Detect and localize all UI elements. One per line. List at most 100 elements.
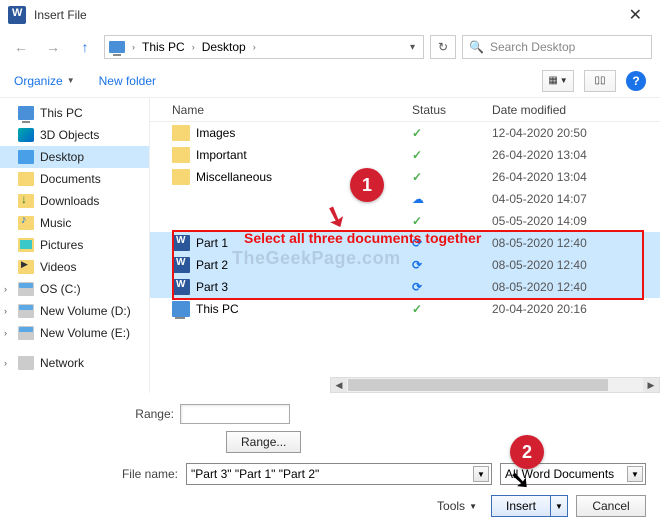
range-button[interactable]: Range...: [226, 431, 301, 453]
annotation-arrow-2: ➘: [510, 466, 530, 495]
organize-menu[interactable]: Organize ▼: [14, 74, 75, 88]
sidebar-item-osc[interactable]: ›OS (C:): [0, 278, 149, 300]
3d-icon: [18, 128, 34, 142]
breadcrumb-desktop[interactable]: Desktop: [200, 38, 248, 56]
sidebar: This PC 3D Objects Desktop Documents Dow…: [0, 98, 150, 393]
scroll-left-icon[interactable]: ◀: [331, 378, 347, 392]
nav-up-icon[interactable]: ↑: [72, 34, 98, 60]
view-mode-button[interactable]: ▦ ▼: [542, 70, 574, 92]
videos-icon: [18, 260, 34, 274]
status-synced-icon: ✓: [412, 302, 492, 316]
titlebar: Insert File ✕: [0, 0, 660, 30]
sidebar-item-downloads[interactable]: Downloads: [0, 190, 149, 212]
col-status[interactable]: Status: [412, 103, 492, 117]
file-row[interactable]: ✓05-05-2020 14:09: [150, 210, 660, 232]
insert-button[interactable]: Insert ▼: [491, 495, 568, 517]
file-row-important[interactable]: Important✓26-04-2020 13:04: [150, 144, 660, 166]
network-icon: [18, 356, 34, 370]
sidebar-item-documents[interactable]: Documents: [0, 168, 149, 190]
breadcrumb-dropdown-icon[interactable]: ▾: [406, 38, 419, 57]
folder-icon: [172, 147, 190, 163]
sidebar-item-pictures[interactable]: Pictures: [0, 234, 149, 256]
sidebar-item-thispc[interactable]: This PC: [0, 102, 149, 124]
file-row[interactable]: ☁04-05-2020 14:07: [150, 188, 660, 210]
file-row-images[interactable]: Images✓12-04-2020 20:50: [150, 122, 660, 144]
nav-back-icon[interactable]: ←: [8, 34, 34, 60]
annotation-text: Select all three documents together: [244, 230, 481, 246]
desktop-icon: [18, 150, 34, 164]
word-doc-icon: [172, 235, 190, 251]
disk-icon: [18, 282, 34, 296]
bottom-pane: Range: Range... File name: "Part 3" "Par…: [0, 393, 660, 527]
expand-icon[interactable]: ›: [4, 328, 12, 338]
file-row-part3[interactable]: Part 3⟳08-05-2020 12:40: [150, 276, 660, 298]
breadcrumb-thispc[interactable]: This PC: [140, 38, 187, 56]
range-label: Range:: [10, 407, 180, 421]
search-placeholder: Search Desktop: [490, 40, 575, 54]
tools-menu[interactable]: Tools ▼: [437, 499, 477, 513]
sidebar-item-voled[interactable]: ›New Volume (D:): [0, 300, 149, 322]
chevron-right-icon[interactable]: ›: [129, 42, 138, 52]
insert-split-dropdown[interactable]: ▼: [551, 496, 567, 516]
music-icon: [18, 216, 34, 230]
sidebar-item-music[interactable]: Music: [0, 212, 149, 234]
col-date[interactable]: Date modified: [492, 103, 660, 117]
file-row-thispc-shortcut[interactable]: This PC✓20-04-2020 20:16: [150, 298, 660, 320]
chevron-down-icon[interactable]: ▼: [627, 466, 643, 482]
window-title: Insert File: [34, 8, 87, 22]
sidebar-item-volee[interactable]: ›New Volume (E:): [0, 322, 149, 344]
range-input[interactable]: [180, 404, 290, 424]
chevron-down-icon: ▼: [67, 76, 75, 85]
column-headers[interactable]: Name Status Date modified: [150, 98, 660, 122]
horizontal-scrollbar[interactable]: ◀ ▶: [330, 377, 660, 393]
filename-input[interactable]: "Part 3" "Part 1" "Part 2" ▼: [186, 463, 492, 485]
status-synced-icon: ✓: [412, 148, 492, 162]
expand-icon[interactable]: ›: [4, 306, 12, 316]
scroll-right-icon[interactable]: ▶: [643, 378, 659, 392]
help-icon[interactable]: ?: [626, 71, 646, 91]
new-folder-button[interactable]: New folder: [99, 74, 156, 88]
col-name[interactable]: Name: [172, 103, 412, 117]
organize-label: Organize: [14, 74, 63, 88]
chevron-down-icon[interactable]: ▼: [473, 466, 489, 482]
preview-pane-button[interactable]: ▯▯: [584, 70, 616, 92]
chevron-right-icon[interactable]: ›: [250, 42, 259, 52]
folder-icon: [172, 125, 190, 141]
toolbar: Organize ▼ New folder ▦ ▼ ▯▯ ?: [0, 64, 660, 98]
folder-icon: [18, 172, 34, 186]
status-syncing-icon: ⟳: [412, 280, 492, 294]
sidebar-item-network[interactable]: ›Network: [0, 352, 149, 374]
chevron-right-icon[interactable]: ›: [189, 42, 198, 52]
status-syncing-icon: ⟳: [412, 258, 492, 272]
file-row-miscellaneous[interactable]: Miscellaneous✓26-04-2020 13:04: [150, 166, 660, 188]
word-app-icon: [8, 6, 26, 24]
pc-icon: [18, 106, 34, 120]
pc-shortcut-icon: [172, 301, 190, 317]
nav-forward-icon: →: [40, 34, 66, 60]
annotation-callout-2: 2: [510, 435, 544, 469]
cancel-button[interactable]: Cancel: [576, 495, 646, 517]
scroll-thumb[interactable]: [348, 379, 608, 391]
search-input[interactable]: 🔍 Search Desktop: [462, 35, 652, 59]
search-icon: 🔍: [469, 40, 484, 54]
breadcrumb[interactable]: › This PC › Desktop › ▾: [104, 35, 424, 59]
blank-icon: [172, 213, 190, 229]
disk-icon: [18, 304, 34, 318]
file-row-part2[interactable]: Part 2⟳08-05-2020 12:40: [150, 254, 660, 276]
sidebar-item-3dobjects[interactable]: 3D Objects: [0, 124, 149, 146]
word-doc-icon: [172, 279, 190, 295]
annotation-callout-1: 1: [350, 168, 384, 202]
status-cloud-icon: ☁: [412, 192, 492, 206]
folder-icon: [172, 169, 190, 185]
status-synced-icon: ✓: [412, 170, 492, 184]
pictures-icon: [18, 238, 34, 252]
sidebar-item-desktop[interactable]: Desktop: [0, 146, 149, 168]
expand-icon[interactable]: ›: [4, 284, 12, 294]
sidebar-item-videos[interactable]: Videos: [0, 256, 149, 278]
expand-icon[interactable]: ›: [4, 358, 12, 368]
disk-icon: [18, 326, 34, 340]
downloads-icon: [18, 194, 34, 208]
chevron-down-icon: ▼: [469, 502, 477, 511]
refresh-icon[interactable]: ↻: [430, 35, 456, 59]
close-icon[interactable]: ✕: [619, 1, 652, 29]
